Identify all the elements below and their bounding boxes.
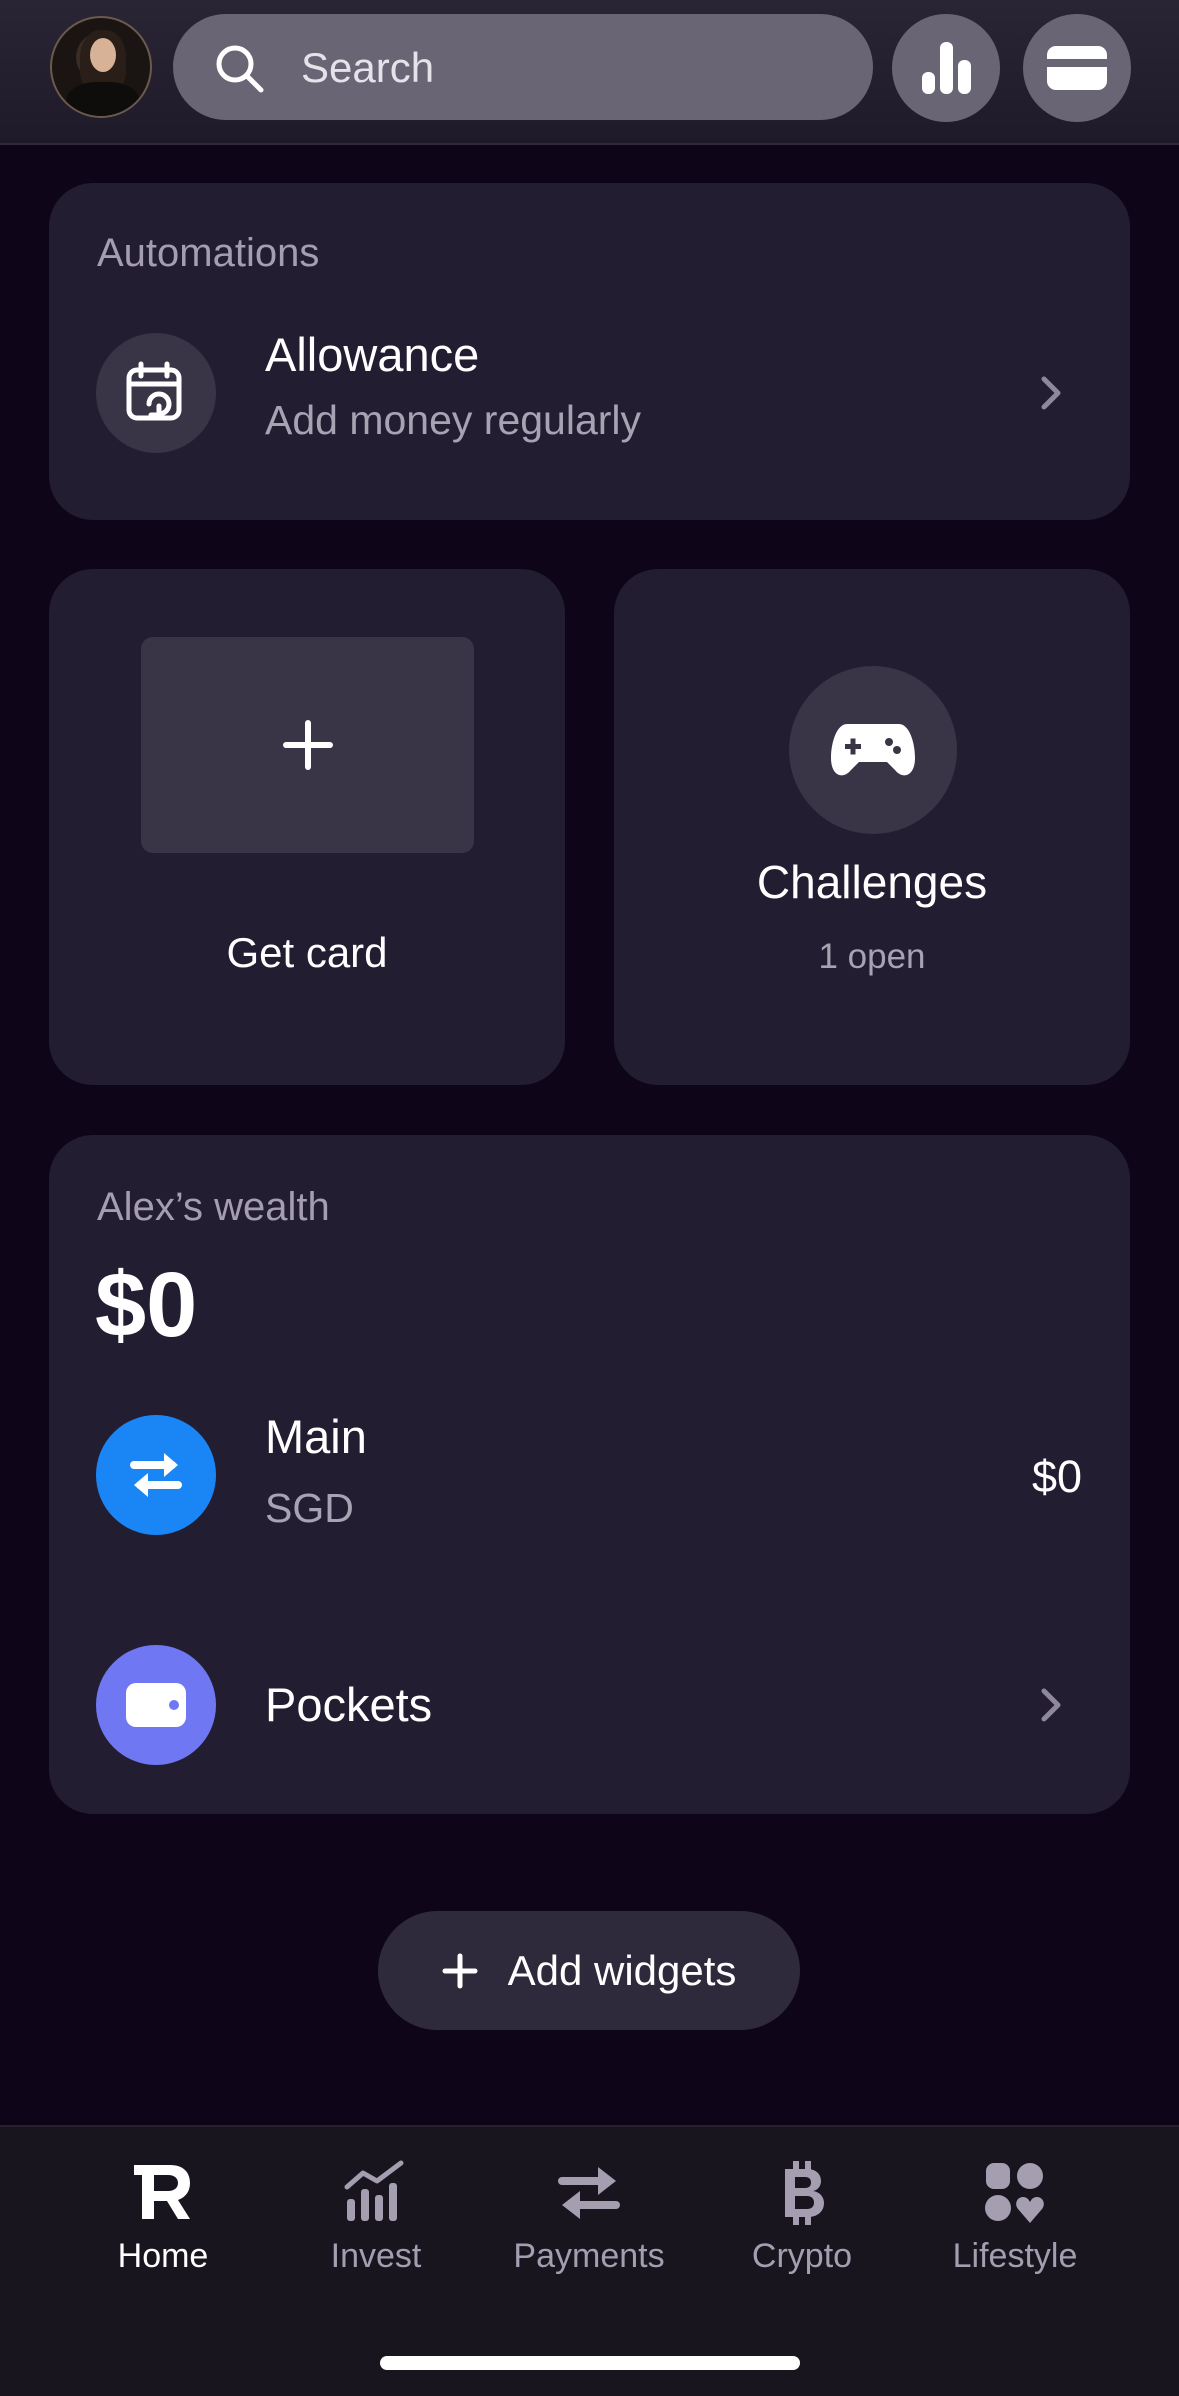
analytics-button[interactable] xyxy=(892,14,1000,122)
chevron-right-icon xyxy=(1041,376,1061,410)
bitcoin-icon xyxy=(785,2161,824,2225)
challenges-subtitle: 1 open xyxy=(818,937,926,976)
nav-label-lifestyle: Lifestyle xyxy=(952,2237,1078,2275)
nav-item-lifestyle[interactable]: Lifestyle xyxy=(925,2157,1105,2276)
allowance-title: Allowance xyxy=(265,328,480,381)
nav-item-crypto[interactable]: Crypto xyxy=(712,2157,892,2276)
account-name-main: Main xyxy=(265,1410,367,1463)
account-row-main[interactable]: Main SGD $0 xyxy=(49,1410,1130,1545)
add-widgets-button[interactable]: Add widgets xyxy=(378,1911,800,2030)
nav-item-payments[interactable]: Payments xyxy=(499,2157,679,2276)
transfer-arrows-icon xyxy=(558,2167,620,2219)
automations-card: Automations Allowance Add money regularl… xyxy=(49,183,1130,520)
get-card-tile[interactable]: Get card xyxy=(49,569,565,1085)
challenges-title: Challenges xyxy=(756,856,988,908)
account-currency-main: SGD xyxy=(265,1485,354,1531)
search-bar[interactable]: Search xyxy=(173,14,873,120)
plus-icon xyxy=(442,1953,478,1988)
automations-label: Automations xyxy=(97,231,320,275)
gamepad-icon xyxy=(789,666,957,834)
cards-icon xyxy=(1047,46,1107,90)
nav-item-invest[interactable]: Invest xyxy=(286,2157,466,2276)
bottom-nav: Home Invest Payments Crypto Lifestyle xyxy=(0,2125,1179,2396)
add-widgets-label: Add widgets xyxy=(507,1946,737,1994)
wealth-card: Alex’s wealth $0 Main SGD $0 Pockets xyxy=(49,1135,1130,1814)
allowance-subtitle: Add money regularly xyxy=(265,397,642,443)
nav-label-payments: Payments xyxy=(513,2237,665,2275)
challenges-tile[interactable]: Challenges 1 open xyxy=(614,569,1130,1085)
nav-label-crypto: Crypto xyxy=(751,2237,853,2275)
allowance-row[interactable]: Allowance Add money regularly xyxy=(49,328,1130,463)
calendar-repeat-icon xyxy=(96,333,216,453)
top-bar: Search xyxy=(0,0,1179,145)
wealth-total: $0 xyxy=(95,1254,198,1356)
exchange-icon xyxy=(96,1415,216,1535)
account-name-pockets: Pockets xyxy=(265,1678,433,1731)
wallet-icon xyxy=(96,1645,216,1765)
search-icon xyxy=(216,45,264,93)
analytics-icon xyxy=(922,42,971,94)
account-row-pockets[interactable]: Pockets xyxy=(49,1645,1130,1775)
lifestyle-grid-icon xyxy=(985,2163,1044,2223)
home-indicator xyxy=(380,2356,800,2370)
chevron-right-icon xyxy=(1041,1688,1061,1722)
plus-icon xyxy=(282,720,333,770)
account-amount-main: $0 xyxy=(1031,1451,1082,1502)
wealth-label: Alex’s wealth xyxy=(97,1185,330,1229)
search-placeholder: Search xyxy=(301,44,435,91)
get-card-label: Get card xyxy=(226,929,388,976)
avatar[interactable] xyxy=(50,16,152,118)
nav-item-home[interactable]: Home xyxy=(73,2157,253,2276)
nav-label-invest: Invest xyxy=(330,2237,422,2275)
cards-button[interactable] xyxy=(1023,14,1131,122)
card-placeholder xyxy=(141,637,474,853)
invest-chart-icon xyxy=(344,2160,404,2221)
revolut-r-icon xyxy=(134,2165,190,2219)
nav-label-home: Home xyxy=(117,2237,209,2275)
